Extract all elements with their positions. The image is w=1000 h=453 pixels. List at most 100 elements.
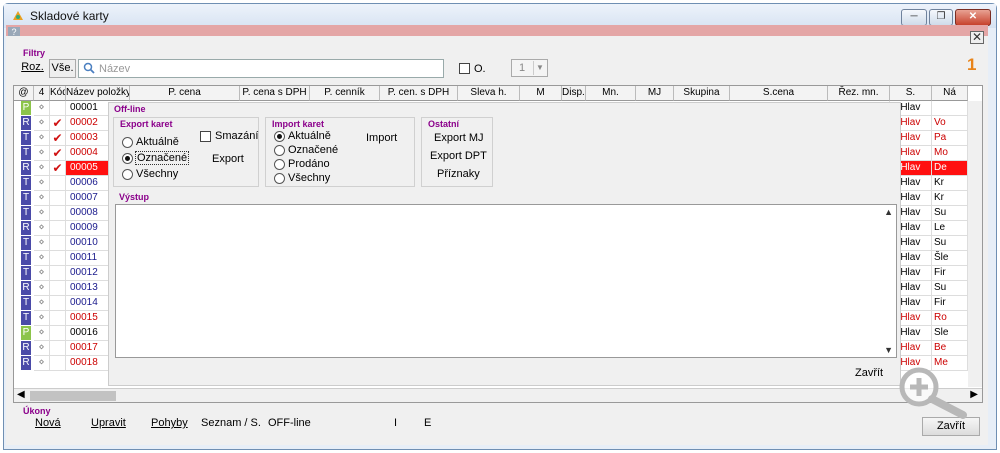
search-placeholder: Název: [99, 63, 131, 75]
row-dot-icon: ⋄: [34, 176, 50, 191]
scroll-left-icon[interactable]: ◀: [17, 389, 25, 400]
row-dot-icon: ⋄: [34, 146, 50, 161]
column-header[interactable]: Název položky - F2 ▲: [66, 86, 130, 101]
close-x-icon[interactable]: ✕: [970, 31, 984, 44]
zoom-icon[interactable]: [893, 365, 973, 420]
type-badge: T: [21, 206, 31, 220]
export-title: Export karet: [120, 119, 173, 129]
name-cell: Mo: [932, 146, 968, 161]
movements-button[interactable]: Pohyby: [151, 417, 188, 429]
row-dot-icon: ⋄: [34, 206, 50, 221]
column-header[interactable]: M: [520, 86, 562, 101]
vse-button[interactable]: Vše.: [49, 59, 76, 78]
check-icon: [50, 236, 66, 251]
column-header[interactable]: P. cena s DPH: [240, 86, 310, 101]
page-combo[interactable]: 1 ▼: [511, 59, 548, 77]
name-cell: Su: [932, 236, 968, 251]
import-i-button[interactable]: I: [394, 417, 397, 429]
edit-button[interactable]: Upravit: [91, 417, 126, 429]
export-opt-label: Aktuálně: [136, 136, 179, 148]
column-header[interactable]: MJ: [636, 86, 674, 101]
column-header[interactable]: Skupina: [674, 86, 730, 101]
check-icon: [50, 341, 66, 356]
column-header[interactable]: 4: [34, 86, 50, 101]
name-cell: De: [932, 161, 968, 176]
column-header[interactable]: Řez. mn.: [828, 86, 890, 101]
name-cell: Pa: [932, 131, 968, 146]
close-button[interactable]: ✕: [955, 9, 991, 26]
check-icon: [50, 176, 66, 191]
export-dpt-button[interactable]: Export DPT: [430, 150, 487, 162]
import-radio-current[interactable]: [274, 131, 285, 142]
column-header[interactable]: S.: [890, 86, 932, 101]
export-e-button[interactable]: E: [424, 417, 431, 429]
row-dot-icon: ⋄: [34, 221, 50, 236]
row-dot-icon: ⋄: [34, 266, 50, 281]
import-radio-marked[interactable]: [274, 145, 285, 156]
roz-button[interactable]: Roz.: [19, 59, 46, 78]
column-header[interactable]: Kód - F3: [50, 86, 66, 101]
column-header[interactable]: P. cen. s DPH: [380, 86, 458, 101]
offline-button[interactable]: OFF-line: [268, 417, 311, 429]
type-badge: T: [21, 266, 31, 280]
offline-close-button[interactable]: Zavřít: [855, 367, 883, 379]
smazani-checkbox[interactable]: [200, 131, 211, 142]
column-header[interactable]: P. cenník: [310, 86, 380, 101]
scroll-down-icon[interactable]: ▼: [884, 345, 893, 355]
type-badge: T: [21, 146, 31, 160]
horizontal-scrollbar[interactable]: ◀ ▶: [14, 388, 982, 402]
export-radio-all[interactable]: [122, 169, 133, 180]
name-cell: Fir: [932, 296, 968, 311]
export-group: Export karet Aktuálně Označené Všechny S…: [113, 117, 259, 187]
check-icon: ✔: [50, 161, 66, 176]
type-badge: R: [21, 161, 31, 175]
maximize-button[interactable]: ❐: [929, 9, 953, 26]
export-opt-label: Označené: [135, 151, 190, 165]
o-checkbox[interactable]: [459, 63, 470, 74]
type-badge: T: [21, 236, 31, 250]
name-cell: Fir: [932, 266, 968, 281]
check-icon: [50, 101, 66, 116]
column-header[interactable]: Disp. mn.: [562, 86, 586, 101]
export-radio-marked[interactable]: [122, 153, 133, 164]
row-dot-icon: ⋄: [34, 236, 50, 251]
export-button[interactable]: Export: [212, 153, 244, 165]
import-opt-label: Aktuálně: [288, 130, 331, 142]
scroll-up-icon[interactable]: ▲: [884, 207, 893, 217]
output-textarea[interactable]: ▲ ▼: [115, 204, 897, 358]
column-header[interactable]: S.cena: [730, 86, 828, 101]
type-badge: T: [21, 251, 31, 265]
type-badge: T: [21, 176, 31, 190]
name-cell: Su: [932, 206, 968, 221]
check-icon: [50, 326, 66, 341]
column-header[interactable]: Sleva h.: [458, 86, 520, 101]
row-dot-icon: ⋄: [34, 356, 50, 371]
import-radio-sold[interactable]: [274, 159, 285, 170]
export-mj-button[interactable]: Export MJ: [434, 132, 484, 144]
row-dot-icon: ⋄: [34, 191, 50, 206]
check-icon: [50, 281, 66, 296]
row-dot-icon: ⋄: [34, 131, 50, 146]
import-radio-all[interactable]: [274, 173, 285, 184]
import-opt-label: Označené: [288, 144, 339, 156]
column-header[interactable]: P. cena: [130, 86, 240, 101]
priznaky-button[interactable]: Příznaky: [437, 168, 480, 180]
column-header[interactable]: @: [14, 86, 34, 101]
column-header[interactable]: Ná: [932, 86, 968, 101]
list-button[interactable]: Seznam / S.: [201, 417, 261, 429]
scroll-thumb[interactable]: [30, 391, 116, 401]
column-header[interactable]: Mn.: [586, 86, 636, 101]
export-radio-current[interactable]: [122, 137, 133, 148]
check-icon: [50, 206, 66, 221]
minimize-button[interactable]: ─: [901, 9, 927, 26]
import-button[interactable]: Import: [366, 132, 397, 144]
new-button[interactable]: Nová: [35, 417, 61, 429]
actions-section-label: Úkony: [23, 406, 51, 416]
search-input[interactable]: Název: [78, 59, 444, 78]
import-opt-label: Všechny: [288, 172, 331, 184]
type-badge: T: [21, 296, 31, 310]
vertical-scrollbar[interactable]: [968, 101, 982, 387]
filter-section-label: Filtry: [23, 48, 46, 58]
other-group: Ostatní Export MJ Export DPT Příznaky: [421, 117, 493, 187]
output-title: Výstup: [119, 192, 150, 202]
